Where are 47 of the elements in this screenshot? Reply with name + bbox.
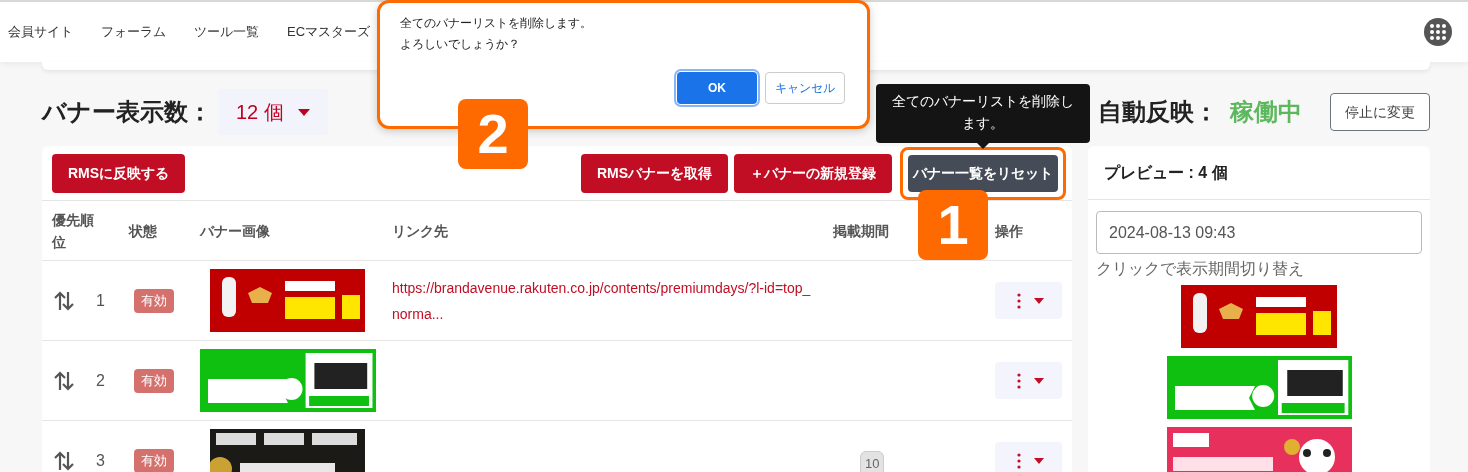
ok-button[interactable]: OK	[677, 72, 757, 104]
nav-link[interactable]: フォーラム	[101, 22, 166, 42]
caret-icon	[297, 108, 310, 116]
dialog-message: よろしいでしょうか？	[400, 36, 521, 53]
apps-icon[interactable]	[1424, 18, 1452, 46]
priority-number: 3	[96, 450, 105, 471]
heading: バナー表示数：	[42, 97, 212, 127]
status-badge: 有効	[134, 289, 174, 313]
hint-text: クリックで表示期間切り替え	[1096, 259, 1305, 279]
sort-icon[interactable]	[54, 369, 74, 392]
count-dropdown[interactable]: 12 個	[218, 89, 328, 135]
column-header: バナー画像	[200, 221, 270, 241]
reset-button[interactable]: バナー一覧をリセット	[908, 154, 1058, 192]
heading: 自動反映：	[1098, 97, 1218, 127]
tooltip: 全てのバナーリストを削除します。	[876, 84, 1090, 143]
caret-icon	[1033, 297, 1044, 304]
caret-icon	[1033, 377, 1044, 384]
period-badge: 10	[860, 450, 885, 472]
priority-number: 1	[96, 290, 105, 311]
preview-title: プレビュー : 4 個	[1104, 162, 1228, 183]
date-field[interactable]: 2024-08-13 09:43	[1096, 211, 1422, 254]
step-number: 1	[918, 190, 988, 260]
sort-icon[interactable]	[54, 289, 74, 312]
actions-dropdown[interactable]	[995, 442, 1062, 472]
dialog-message: 全てのバナーリストを削除します。	[400, 15, 593, 32]
sort-icon[interactable]	[54, 449, 74, 472]
column-header: 掲載期間	[833, 221, 889, 241]
status-badge: 有効	[134, 369, 174, 393]
sync-button[interactable]: RMSに反映する	[52, 153, 186, 193]
status-text: 稼働中	[1230, 97, 1302, 127]
column-header: 操作	[995, 221, 1023, 241]
column-header: リンク先	[392, 221, 448, 241]
nav-link[interactable]: 会員サイト	[8, 22, 73, 42]
nav-link[interactable]: ツール一覧	[194, 22, 259, 42]
step-number: 2	[458, 99, 528, 169]
caret-icon	[1033, 457, 1044, 464]
toolbar-button[interactable]: ＋バナーの新規登録	[734, 153, 892, 193]
tooltip-arrow	[976, 142, 990, 149]
stop-button[interactable]: 停止に変更	[1330, 93, 1430, 131]
link[interactable]: https://brandavenue.rakuten.co.jp/contents/premiumdays/?l-id=top_norma...	[392, 274, 812, 327]
nav-link[interactable]: ECマスターズ	[287, 22, 371, 42]
cancel-button[interactable]: キャンセル	[765, 72, 845, 104]
priority-number: 2	[96, 370, 105, 391]
toolbar-button[interactable]: RMSバナーを取得	[580, 153, 728, 193]
column-header: 優先順位	[52, 210, 95, 252]
column-header: 状態	[129, 221, 157, 241]
status-badge: 有効	[134, 449, 174, 472]
